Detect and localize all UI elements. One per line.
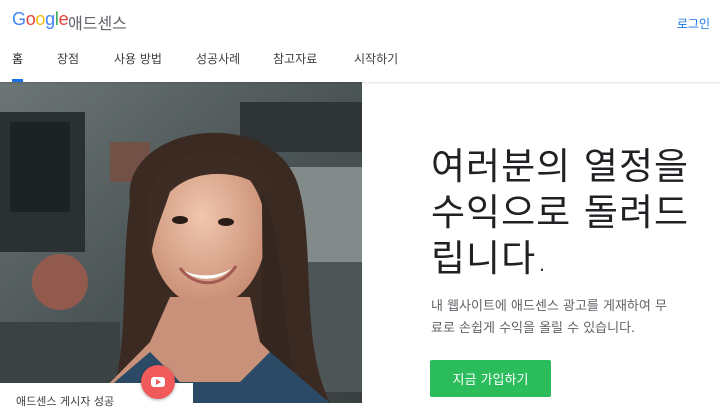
subtext-line-1: 내 웹사이트에 애드센스 광고를 게재하여 무 bbox=[431, 299, 667, 314]
hero-photo bbox=[0, 82, 362, 403]
headline-line-2: 수익으로 돌려드 bbox=[431, 191, 690, 234]
headline-line-3: 립니다. bbox=[431, 237, 549, 280]
google-logo[interactable]: Google bbox=[12, 9, 69, 30]
login-link[interactable]: 로그인 bbox=[677, 15, 710, 32]
hero-headline: 여러분의 열정을 수익으로 돌려드 립니다. bbox=[431, 144, 711, 282]
video-caption: 애드센스 게시자 성공 bbox=[16, 395, 115, 408]
nav-item-resources[interactable]: 참고자료 bbox=[273, 48, 317, 82]
product-name: 애드센스 bbox=[68, 14, 127, 33]
subtext-line-2: 료로 손쉽게 수익을 올릴 수 있습니다. bbox=[431, 321, 636, 336]
main-nav: 홈 장점 사용 방법 성공사례 참고자료 시작하기 bbox=[0, 48, 720, 82]
signup-button[interactable]: 지금 가입하기 bbox=[430, 360, 551, 397]
nav-item-success-stories[interactable]: 성공사례 bbox=[196, 48, 240, 82]
nav-item-home[interactable]: 홈 bbox=[12, 48, 24, 82]
headline-line-1: 여러분의 열정을 bbox=[431, 145, 690, 188]
top-header: Google 애드센스 로그인 홈 장점 사용 방법 성공사례 참고자료 시작하… bbox=[0, 0, 720, 82]
youtube-play-icon[interactable] bbox=[141, 365, 175, 399]
nav-item-benefits[interactable]: 장점 bbox=[57, 48, 79, 82]
nav-item-get-started[interactable]: 시작하기 bbox=[354, 48, 398, 82]
nav-item-how-it-works[interactable]: 사용 방법 bbox=[114, 48, 162, 82]
hero-subtext: 내 웹사이트에 애드센스 광고를 게재하여 무 료로 손쉽게 수익을 올릴 수 … bbox=[431, 296, 701, 340]
